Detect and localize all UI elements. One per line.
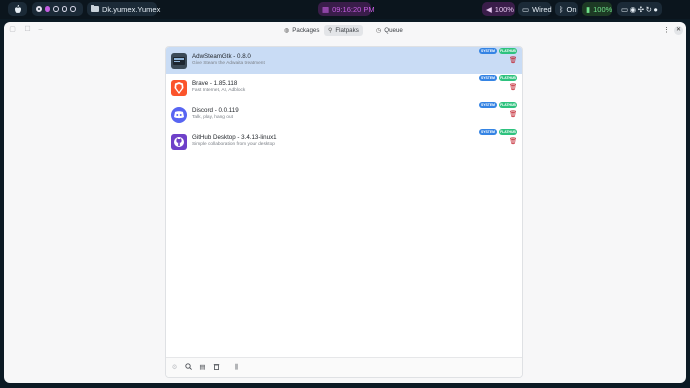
trash-icon[interactable]: 🗑 xyxy=(509,84,517,91)
tab-label: Flatpaks xyxy=(335,27,359,34)
yumex-window: ▢ ☐ – ◍ Packages ⚲ Flatpaks ◷ Queue ⋮ ✕ … xyxy=(4,22,686,383)
list-item-github-desktop[interactable]: GitHub Desktop - 3.4.13-linux1 Simple co… xyxy=(166,128,522,155)
screen-icon[interactable]: ▭ xyxy=(621,5,628,14)
kebab-menu-icon: ⋮ xyxy=(663,27,670,34)
calendar-icon: ▦ xyxy=(322,4,330,14)
workspace-indicator[interactable] xyxy=(53,6,59,12)
speaker-icon: ◀ xyxy=(486,4,492,14)
list-item-brave[interactable]: Brave - 1.85.118 Fast Internet, AI, Adbl… xyxy=(166,74,522,101)
refresh-icon[interactable]: ↻ xyxy=(646,5,652,14)
flathub-badge: FLATHUB xyxy=(499,102,517,108)
network-text: Wired xyxy=(532,4,552,14)
app-name: Discord - 0.0.119 xyxy=(192,107,239,114)
ethernet-icon: ▭ xyxy=(522,4,530,14)
tab-label: Packages xyxy=(292,27,320,34)
sidebar-toggle-icon[interactable]: ▢ xyxy=(9,26,16,33)
tab-packages[interactable]: ◍ Packages xyxy=(280,25,323,36)
app-name: Brave - 1.85.118 xyxy=(192,80,238,87)
network-indicator[interactable]: ▭ Wired xyxy=(518,2,552,16)
list-item-adwsteamgtk[interactable]: AdwSteamGtk - 0.8.0 Give Steam the Adwai… xyxy=(166,47,522,74)
pin-icon: ⚲ xyxy=(328,28,333,34)
workspace-switcher[interactable] xyxy=(32,2,83,16)
library-icon[interactable]: ⫼ xyxy=(232,363,241,372)
trash-icon[interactable] xyxy=(212,363,221,372)
settings-gear-icon[interactable]: ⚙ xyxy=(170,363,179,372)
app-description: Give Steam the Adwaita treatment xyxy=(192,61,265,66)
battery-indicator[interactable]: ▮ 100% xyxy=(582,2,612,16)
active-window-title[interactable]: Dk.yumex.Yumex xyxy=(87,2,161,16)
battery-text: 100% xyxy=(593,4,613,14)
github-desktop-app-icon xyxy=(171,134,187,150)
bluetooth-icon: ᛒ xyxy=(559,4,564,14)
flathub-badge: FLATHUB xyxy=(499,48,517,54)
tab-flatpaks[interactable]: ⚲ Flatpaks xyxy=(324,25,363,36)
app-description: Simple collaboration from your desktop xyxy=(192,142,275,147)
clock-text: 09:16:20 PM xyxy=(332,4,375,14)
system-badge: SYSTEM xyxy=(479,102,497,108)
clock[interactable]: ▦ 09:16:20 PM xyxy=(318,2,375,16)
search-icon[interactable] xyxy=(184,363,193,372)
flathub-badge: FLATHUB xyxy=(499,129,517,135)
header-bar: ▢ ☐ – ◍ Packages ⚲ Flatpaks ◷ Queue ⋮ ✕ xyxy=(4,22,686,39)
volume-text: 100% xyxy=(494,4,514,14)
system-badge: SYSTEM xyxy=(479,75,497,81)
bluetooth-indicator[interactable]: ᛒ On xyxy=(555,2,578,16)
workspace-indicator[interactable] xyxy=(61,6,68,12)
app-name: GitHub Desktop - 3.4.13-linux1 xyxy=(192,134,277,141)
trash-icon[interactable]: 🗑 xyxy=(509,138,517,145)
unselect-icon[interactable]: – xyxy=(37,26,44,33)
folder-icon xyxy=(91,4,99,14)
adwsteamgtk-app-icon xyxy=(171,53,187,69)
system-badge: SYSTEM xyxy=(479,129,497,135)
clipboard-icon[interactable]: ▤ xyxy=(198,363,207,372)
steam-icon[interactable]: ● xyxy=(653,5,658,14)
main-menu-button[interactable]: ⋮ xyxy=(663,26,670,35)
battery-icon: ▮ xyxy=(586,4,591,14)
app-description: Talk, play, hang out xyxy=(192,115,233,120)
workspace-indicator[interactable] xyxy=(36,6,42,12)
system-badge: SYSTEM xyxy=(479,48,497,54)
list-item-discord[interactable]: Discord - 0.0.119 Talk, play, hang out S… xyxy=(166,101,522,128)
bottom-toolbar: ⚙ ▤ ⫼ xyxy=(166,357,522,377)
app-description: Fast Internet, AI, Adblock xyxy=(192,88,246,93)
trash-icon[interactable]: 🗑 xyxy=(509,111,517,118)
tab-queue[interactable]: ◷ Queue xyxy=(372,25,407,36)
apple-logo-icon[interactable] xyxy=(8,2,27,16)
tab-label: Queue xyxy=(384,27,403,34)
trash-icon[interactable]: 🗑 xyxy=(509,57,517,64)
controller-icon[interactable]: ✣ xyxy=(638,5,644,14)
discord-icon[interactable]: ◉ xyxy=(630,5,637,14)
discord-app-icon xyxy=(171,107,187,123)
select-all-icon[interactable]: ☐ xyxy=(24,26,31,33)
system-tray: ▭ ◉ ✣ ↻ ● xyxy=(617,2,662,16)
bluetooth-text: On xyxy=(566,4,577,14)
package-icon: ◍ xyxy=(284,28,290,34)
workspace-indicator[interactable] xyxy=(70,6,77,12)
flatpak-list: AdwSteamGtk - 0.8.0 Give Steam the Adwai… xyxy=(165,46,523,378)
flathub-badge: FLATHUB xyxy=(499,75,517,81)
clock-icon: ◷ xyxy=(376,28,382,34)
app-name: AdwSteamGtk - 0.8.0 xyxy=(192,53,251,60)
close-icon: ✕ xyxy=(675,27,682,33)
window-title-text: Dk.yumex.Yumex xyxy=(102,4,161,14)
close-button[interactable]: ✕ xyxy=(674,26,683,35)
volume-indicator[interactable]: ◀ 100% xyxy=(482,2,515,16)
brave-app-icon xyxy=(171,80,187,96)
workspace-indicator[interactable] xyxy=(44,6,51,12)
system-top-bar: Dk.yumex.Yumex ▦ 09:16:20 PM ◀ 100% ▭ Wi… xyxy=(0,0,690,19)
